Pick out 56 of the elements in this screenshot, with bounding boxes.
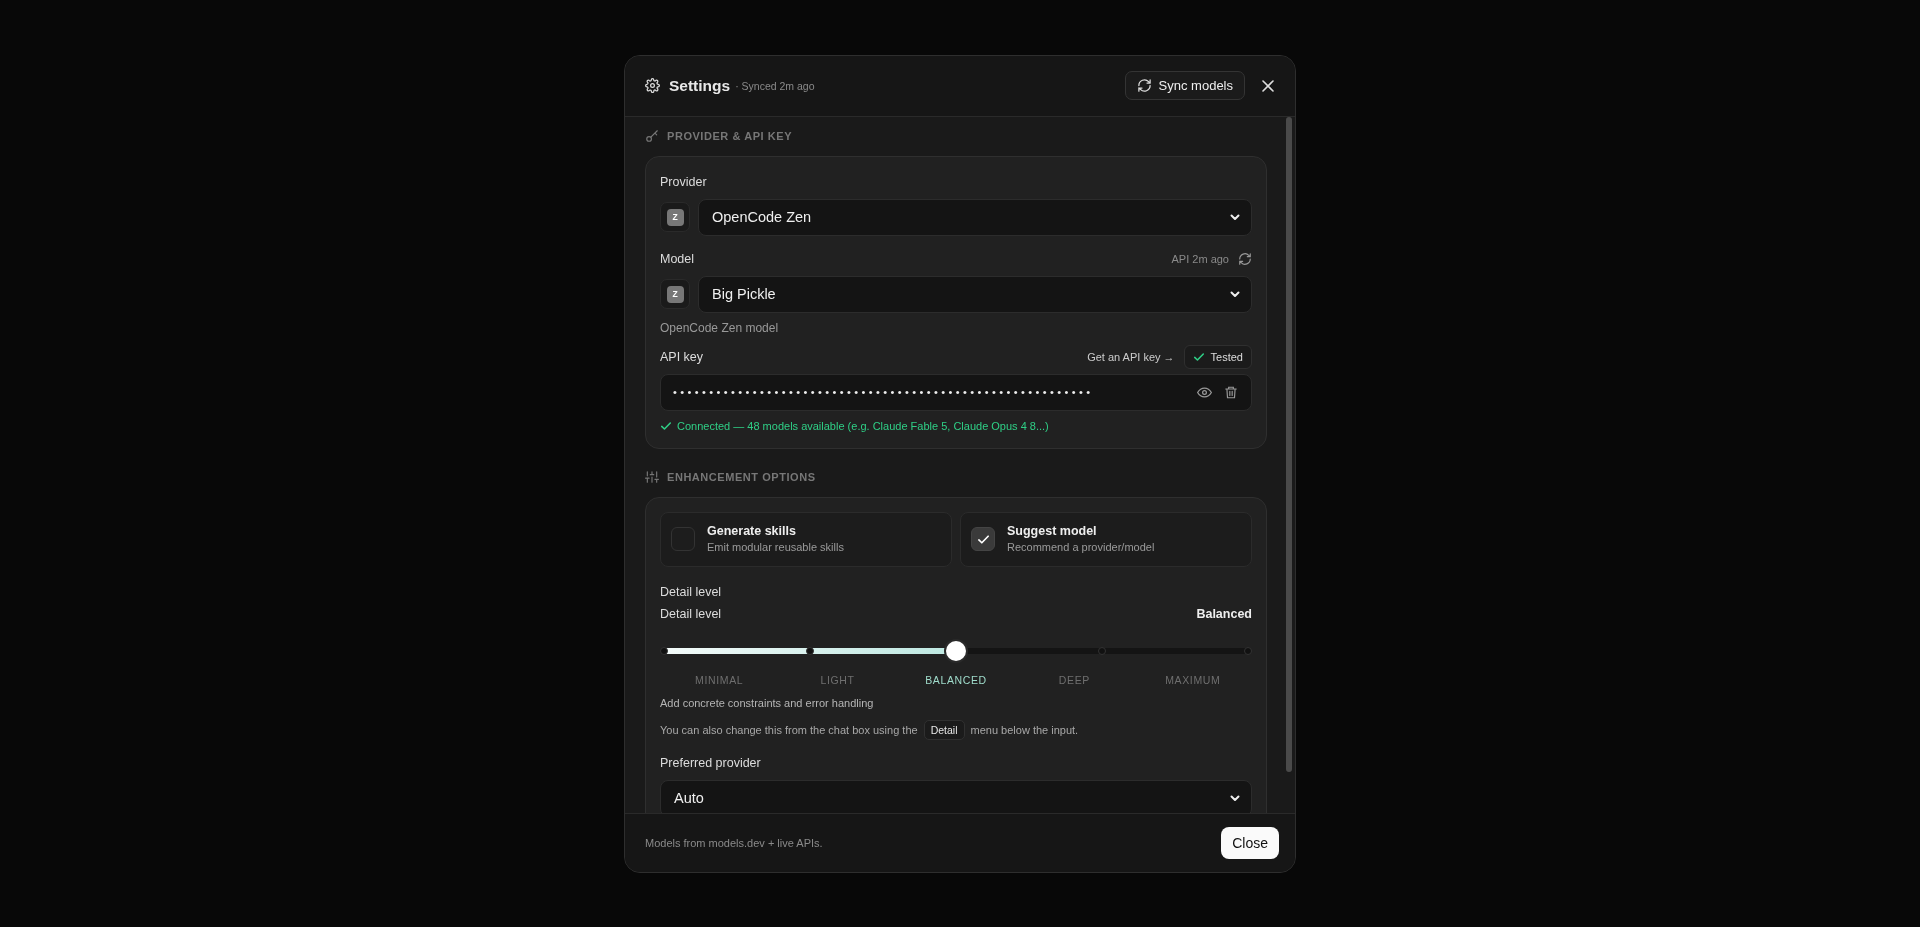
dialog-title: Settings — [669, 76, 731, 95]
sync-status: · Synced 2m ago — [735, 79, 815, 92]
option-description: Recommend a provider/model — [1007, 540, 1155, 555]
show-key-icon[interactable] — [1197, 384, 1212, 400]
get-api-key-link[interactable]: Get an API key → — [1087, 350, 1175, 363]
slider-stop — [1098, 646, 1106, 655]
chevron-down-icon — [1229, 211, 1241, 223]
slider-stop-label[interactable]: BALANCED — [896, 672, 1016, 687]
detail-description: Add concrete constraints and error handling — [660, 695, 875, 710]
tested-badge: Tested — [1183, 344, 1252, 369]
api-sync-status: API 2m ago — [1171, 252, 1229, 265]
slider-stop — [660, 646, 668, 655]
option-title: Generate skills — [707, 523, 797, 539]
slider-stop — [1244, 646, 1252, 655]
option-card[interactable]: Generate skills Emit modular reusable skills — [660, 511, 952, 567]
preferred-provider-select[interactable]: Auto — [660, 779, 1252, 813]
check-icon — [976, 532, 990, 546]
sync-models-button[interactable]: Sync models — [1124, 71, 1245, 100]
option-title: Suggest model — [1007, 523, 1098, 539]
api-key-field[interactable]: •••••••••••••••••••••••••••••••••••••••••••••••••••••••••• — [660, 373, 1252, 411]
provider-logo-icon: Z — [660, 202, 690, 232]
checkbox[interactable] — [971, 527, 995, 551]
field-label: Preferred provider — [660, 754, 761, 771]
close-icon[interactable] — [1261, 78, 1275, 93]
connection-status: Connected — 48 models available (e.g. Claude Fable 5, Claude Opus 4 8...) — [677, 418, 1049, 433]
detail-menu-chip: Detail — [923, 719, 965, 740]
chevron-down-icon — [1229, 288, 1241, 300]
scrollbar[interactable] — [1286, 116, 1292, 772]
model-select[interactable]: Big Pickle — [698, 275, 1252, 313]
footer-note: Models from models.dev + live APIs. — [645, 836, 823, 849]
close-button[interactable]: Close — [1221, 826, 1279, 859]
slider-stop — [806, 646, 814, 655]
chevron-down-icon — [1229, 792, 1241, 804]
provider-select[interactable]: OpenCode Zen — [698, 198, 1252, 236]
field-label: Provider — [660, 173, 707, 190]
detail-level-label: Detail level — [660, 583, 723, 601]
option-description: Emit modular reusable skills — [707, 540, 844, 555]
detail-note: menu below the input. — [970, 723, 1079, 736]
key-icon — [645, 128, 659, 143]
detail-note: You can also change this from the chat box using the — [660, 723, 918, 736]
field-label: API key — [660, 348, 704, 365]
settings-icon — [645, 78, 660, 93]
provider-logo-icon: Z — [660, 279, 690, 309]
section-heading: ENHANCEMENT OPTIONS — [667, 470, 816, 483]
model-hint: OpenCode Zen model — [660, 319, 780, 336]
trash-icon[interactable] — [1224, 384, 1238, 400]
field-label: Model — [660, 250, 695, 267]
refresh-icon[interactable] — [1238, 251, 1252, 266]
check-icon — [660, 419, 672, 432]
detail-level-value: Balanced — [1196, 606, 1252, 621]
option-card[interactable]: Suggest model Recommend a provider/model — [960, 511, 1252, 567]
check-icon — [1192, 350, 1205, 363]
section-heading: PROVIDER & API KEY — [667, 129, 792, 142]
sliders-icon — [645, 469, 659, 484]
detail-level-label: Detail level — [660, 605, 722, 623]
slider-thumb[interactable] — [946, 640, 966, 661]
